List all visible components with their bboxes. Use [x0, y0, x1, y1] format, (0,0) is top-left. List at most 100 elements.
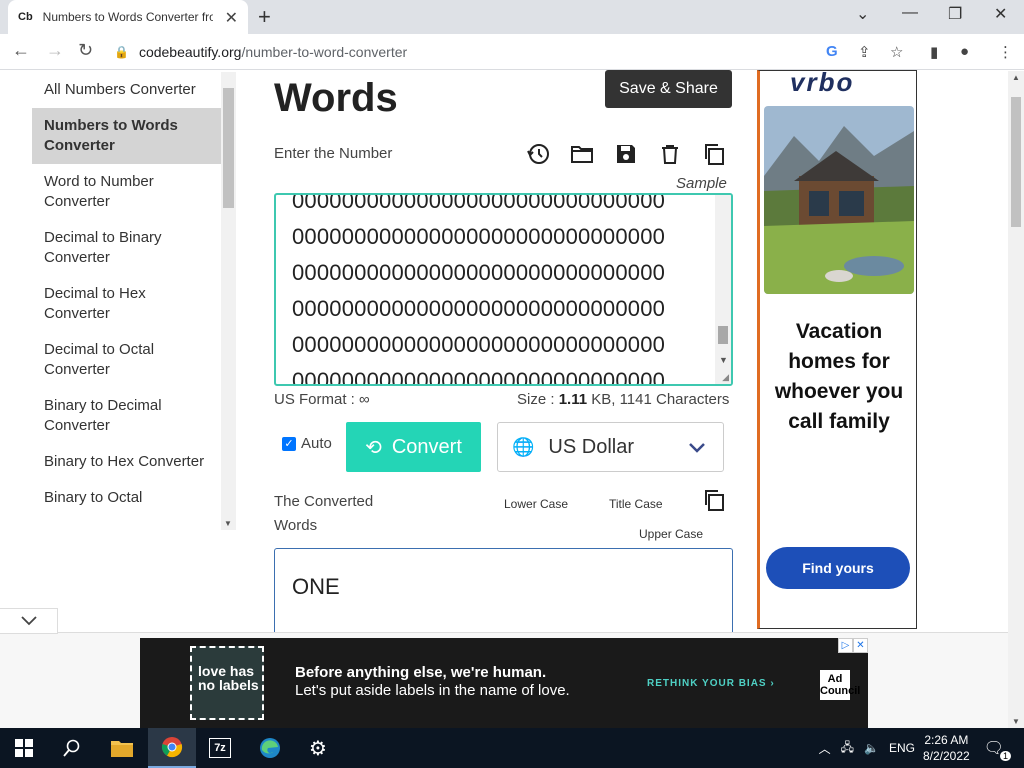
rethink-bias-link[interactable]: RETHINK YOUR BIAS ›	[647, 678, 775, 689]
settings-button[interactable]: ⚙	[294, 728, 342, 768]
scroll-down-icon[interactable]: ▼	[224, 519, 232, 528]
sidebar-item-binary-to-octal[interactable]: Binary to Octal	[32, 480, 221, 516]
collapse-ad-button[interactable]	[0, 608, 58, 634]
sidebar-item-binary-to-decimal[interactable]: Binary to Decimal Converter	[32, 388, 221, 444]
gear-icon: ⚙	[309, 737, 327, 760]
url-host: codebeautify.org	[138, 44, 242, 60]
bookmark-star-icon[interactable]: ☆	[890, 43, 903, 61]
search-button[interactable]	[48, 728, 96, 768]
bottom-advertisement[interactable]: love has no labels Before anything else,…	[140, 638, 868, 728]
browser-tab[interactable]: Cb Numbers to Words Converter fro ✕	[8, 0, 248, 34]
side-panel-icon[interactable]: ▮	[930, 43, 938, 61]
currency-value: US Dollar	[548, 435, 634, 458]
page-scrollbar[interactable]: ▲ ▼	[1008, 71, 1024, 728]
sidebar-item-all-numbers[interactable]: All Numbers Converter	[32, 72, 221, 108]
language-indicator[interactable]: ENG	[889, 741, 915, 755]
close-window-icon[interactable]: ✕	[994, 4, 1007, 24]
volume-icon[interactable]: 🔈	[864, 741, 879, 755]
copy-output-icon[interactable]	[702, 488, 726, 512]
address-bar[interactable]: 🔒 codebeautify.org/number-to-word-conver…	[114, 40, 814, 64]
scroll-up-icon[interactable]: ▲	[1012, 73, 1020, 82]
auto-checkbox-wrap[interactable]: ✓ Auto	[282, 435, 332, 452]
clock[interactable]: 2:26 AM 8/2/2022	[923, 732, 970, 764]
resize-grip-icon[interactable]: ◢	[722, 372, 729, 383]
page-scroll-thumb[interactable]	[1011, 97, 1021, 227]
profile-avatar-icon[interactable]: ●	[960, 43, 969, 60]
windows-taskbar: 7z ⚙ ︿ 🖧 🔈 ENG 2:26 AM 8/2/2022 🗨 1	[0, 728, 1024, 768]
globe-icon: 🌐	[512, 436, 535, 457]
edge-button[interactable]	[246, 728, 294, 768]
back-icon[interactable]: ←	[12, 40, 30, 61]
chevron-down-icon	[20, 616, 37, 626]
sample-link[interactable]: Sample	[676, 175, 727, 192]
notifications-icon[interactable]: 🗨 1	[984, 738, 1011, 761]
number-line: 000000000000000000000000000000	[292, 224, 666, 249]
sidebar-scrollbar[interactable]: ▼	[221, 72, 236, 530]
title-case-button[interactable]: Title Case	[609, 497, 663, 511]
copy-icon[interactable]	[702, 142, 726, 166]
number-input-textarea[interactable]: 000000000000000000000000000000 000000000…	[274, 193, 733, 386]
url-path: /number-to-word-converter	[241, 44, 408, 60]
close-ad-icon[interactable]: ✕	[853, 638, 868, 653]
network-icon[interactable]: 🖧	[841, 738, 854, 759]
convert-button[interactable]: ⟲ Convert	[346, 422, 481, 472]
auto-checkbox[interactable]: ✓	[282, 436, 296, 451]
sidebar-item-binary-to-hex[interactable]: Binary to Hex Converter	[32, 444, 221, 480]
new-tab-icon[interactable]: +	[258, 4, 271, 30]
close-tab-icon[interactable]: ✕	[225, 8, 238, 28]
reload-icon[interactable]: ↻	[78, 40, 93, 61]
open-folder-icon[interactable]	[570, 142, 594, 166]
sidebar-item-decimal-to-hex[interactable]: Decimal to Hex Converter	[32, 276, 221, 332]
find-yours-button[interactable]: Find yours	[766, 547, 910, 589]
converted-words-label: The Converted Words	[274, 493, 374, 534]
system-tray: ︿ 🖧 🔈 ENG 2:26 AM 8/2/2022 🗨 1	[819, 728, 1024, 768]
textarea-scrollbar[interactable]: ▼	[715, 195, 731, 384]
textarea-scroll-thumb[interactable]	[718, 326, 728, 344]
history-icon[interactable]	[526, 142, 550, 166]
ad-line-2: Let's put aside labels in the name of lo…	[295, 682, 570, 699]
save-icon[interactable]	[614, 142, 638, 166]
advertiser-logo: vrbo	[790, 70, 855, 97]
ad-choices-icon[interactable]: ▷	[838, 638, 853, 653]
lock-icon: 🔒	[114, 45, 129, 59]
number-line: 000000000000000000000000000000	[292, 332, 666, 357]
enter-number-label: Enter the Number	[274, 145, 393, 162]
clock-date: 8/2/2022	[922, 749, 970, 763]
sidebar-item-word-to-number[interactable]: Word to Number Converter	[32, 164, 221, 220]
right-advertisement[interactable]: vrbo Vacation homes for whoever you call…	[757, 70, 917, 629]
7zip-button[interactable]: 7z	[196, 728, 244, 768]
upper-case-button[interactable]: Upper Case	[639, 527, 703, 541]
currency-select[interactable]: 🌐 US Dollar	[497, 422, 724, 472]
google-translate-icon[interactable]: G	[826, 43, 838, 60]
output-text: ONE	[292, 574, 340, 599]
folder-icon	[111, 741, 133, 757]
file-explorer-button[interactable]	[98, 728, 146, 768]
chrome-button[interactable]	[148, 728, 196, 768]
browser-tab-strip: Cb Numbers to Words Converter fro ✕ + ⌄ …	[0, 0, 1024, 34]
minimize-icon[interactable]: —	[902, 4, 918, 22]
output-textarea[interactable]: ONE	[274, 548, 733, 638]
save-share-button[interactable]: Save & Share	[605, 70, 732, 108]
share-icon[interactable]: ⇪	[858, 43, 871, 61]
delete-icon[interactable]	[658, 142, 682, 166]
ad-choices[interactable]: ▷ ✕	[838, 638, 868, 653]
number-line: 000000000000000000000000000000	[292, 193, 666, 213]
menu-kebab-icon[interactable]: ⋮	[998, 43, 1013, 61]
start-button[interactable]	[0, 728, 48, 768]
love-has-no-labels-logo: love has no labels	[190, 646, 264, 720]
edge-icon	[260, 738, 280, 758]
size-info: Size : 1.11 KB, 1141 Characters	[517, 391, 729, 408]
show-hidden-icons-icon[interactable]: ︿	[819, 740, 831, 757]
number-line: 000000000000000000000000000000	[292, 296, 666, 321]
sidebar-scroll-thumb[interactable]	[223, 88, 234, 208]
lower-case-button[interactable]: Lower Case	[504, 497, 568, 511]
tab-search-icon[interactable]: ⌄	[856, 4, 869, 24]
sidebar-item-decimal-to-octal[interactable]: Decimal to Octal Converter	[32, 332, 221, 388]
sidebar-item-numbers-to-words[interactable]: Numbers to Words Converter	[32, 108, 221, 164]
scroll-down-icon[interactable]: ▼	[1012, 717, 1020, 726]
number-line: 000000000000000000000000000000	[292, 260, 666, 285]
forward-icon[interactable]: →	[46, 40, 64, 61]
scroll-down-icon[interactable]: ▼	[719, 355, 728, 365]
restore-icon[interactable]: ❐	[948, 4, 962, 24]
sidebar-item-decimal-to-binary[interactable]: Decimal to Binary Converter	[32, 220, 221, 276]
